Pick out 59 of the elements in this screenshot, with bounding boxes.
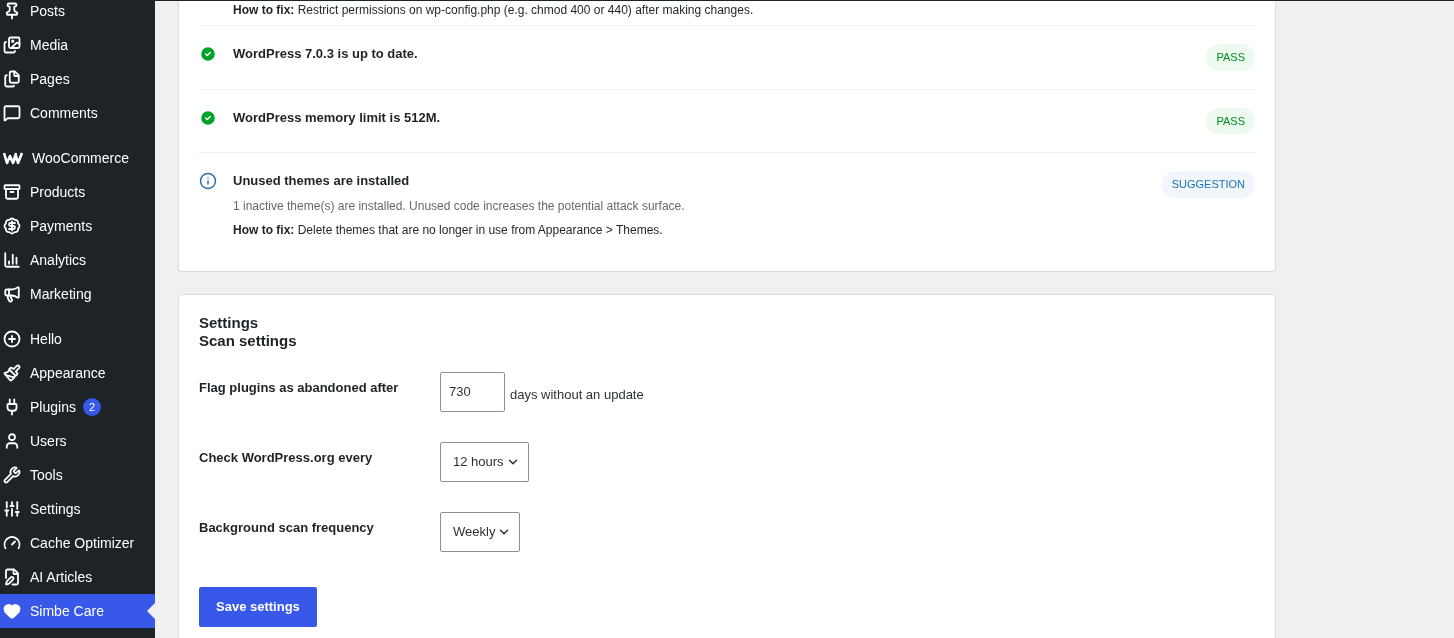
save-button[interactable]: Save settings: [199, 586, 317, 627]
edit-icon: [3, 568, 21, 586]
bar-chart-icon: [3, 251, 21, 269]
status-badge: PASS: [1206, 44, 1255, 71]
sidebar-item[interactable]: Pages: [0, 62, 155, 96]
sidebar-item[interactable]: Hello: [0, 322, 155, 356]
current-pointer-icon: [147, 603, 155, 619]
sidebar-item[interactable]: Settings: [0, 492, 155, 526]
sidebar-item[interactable]: Comments: [0, 96, 155, 130]
user-icon: [3, 432, 21, 450]
sidebar-item[interactable]: Tools: [0, 458, 155, 492]
sliders-icon: [3, 500, 21, 518]
pages-icon: [3, 70, 21, 88]
sidebar-item[interactable]: Appearance: [0, 356, 155, 390]
archive-box-icon: [3, 183, 21, 201]
paintbrush-icon: [3, 364, 21, 382]
info-icon: [199, 172, 217, 190]
check-description: 1 inactive theme(s) are installed. Unused code increases the potential attack surface.: [233, 197, 686, 215]
sidebar-item[interactable]: Plugins 2: [0, 390, 155, 424]
check-title: Unused themes are installed: [233, 172, 411, 190]
sidebar-item[interactable]: Users: [0, 424, 155, 458]
check-circle-icon: [199, 45, 217, 63]
sidebar-item[interactable]: Posts: [0, 0, 155, 28]
dropdown-select[interactable]: 12 hours: [440, 441, 529, 482]
sidebar-item[interactable]: Analytics: [0, 243, 155, 277]
sidebar-item[interactable]: Media: [0, 28, 155, 62]
field-label: Background scan frequency: [199, 518, 375, 537]
section-heading: Settings: [199, 313, 260, 332]
count-badge: 2: [82, 397, 102, 417]
w-logo-icon: [3, 151, 23, 165]
number-field[interactable]: 730: [440, 371, 505, 412]
plus-circle-icon: [3, 330, 21, 348]
dropdown-select[interactable]: Weekly: [440, 511, 521, 552]
sidebar-item[interactable]: Products: [0, 175, 155, 209]
section-subheading: Scan settings: [199, 331, 298, 350]
sidebar-item[interactable]: Cache Optimizer: [0, 526, 155, 560]
status-badge: SUGGESTION: [1161, 171, 1255, 198]
media-icon: [3, 36, 21, 54]
heart-icon: [3, 602, 21, 620]
fix-instructions: How to fix: Restrict permissions on wp-config.php (e.g. chmod 400 or 440) after making changes.: [233, 2, 755, 19]
field-label: Flag plugins as abandoned after: [199, 378, 400, 397]
field-label: Check WordPress.org every: [199, 448, 374, 467]
sidebar-item[interactable]: Payments: [0, 209, 155, 243]
sidebar-item[interactable]: Marketing: [0, 277, 155, 311]
check-title: WordPress 7.0.3 is up to date.: [233, 45, 419, 63]
check-title: WordPress memory limit is 512M.: [233, 108, 442, 127]
wrench-icon: [3, 466, 21, 484]
status-badge: PASS: [1206, 107, 1255, 134]
sidebar-item[interactable]: WooCommerce: [0, 141, 155, 175]
dollar-icon: [3, 217, 21, 235]
sidebar-item[interactable]: Simbe Care: [0, 594, 155, 628]
speech-bubble-icon: [3, 104, 21, 122]
pin-icon: [3, 2, 21, 20]
gauge-icon: [3, 534, 21, 552]
sidebar-item[interactable]: AI Articles: [0, 560, 155, 594]
field-suffix: days without an update: [510, 385, 644, 404]
check-circle-icon: [199, 108, 217, 127]
megaphone-icon: [3, 285, 21, 303]
fix-instructions: How to fix: Delete themes that are no longer in use from Appearance > Themes.: [233, 221, 664, 239]
